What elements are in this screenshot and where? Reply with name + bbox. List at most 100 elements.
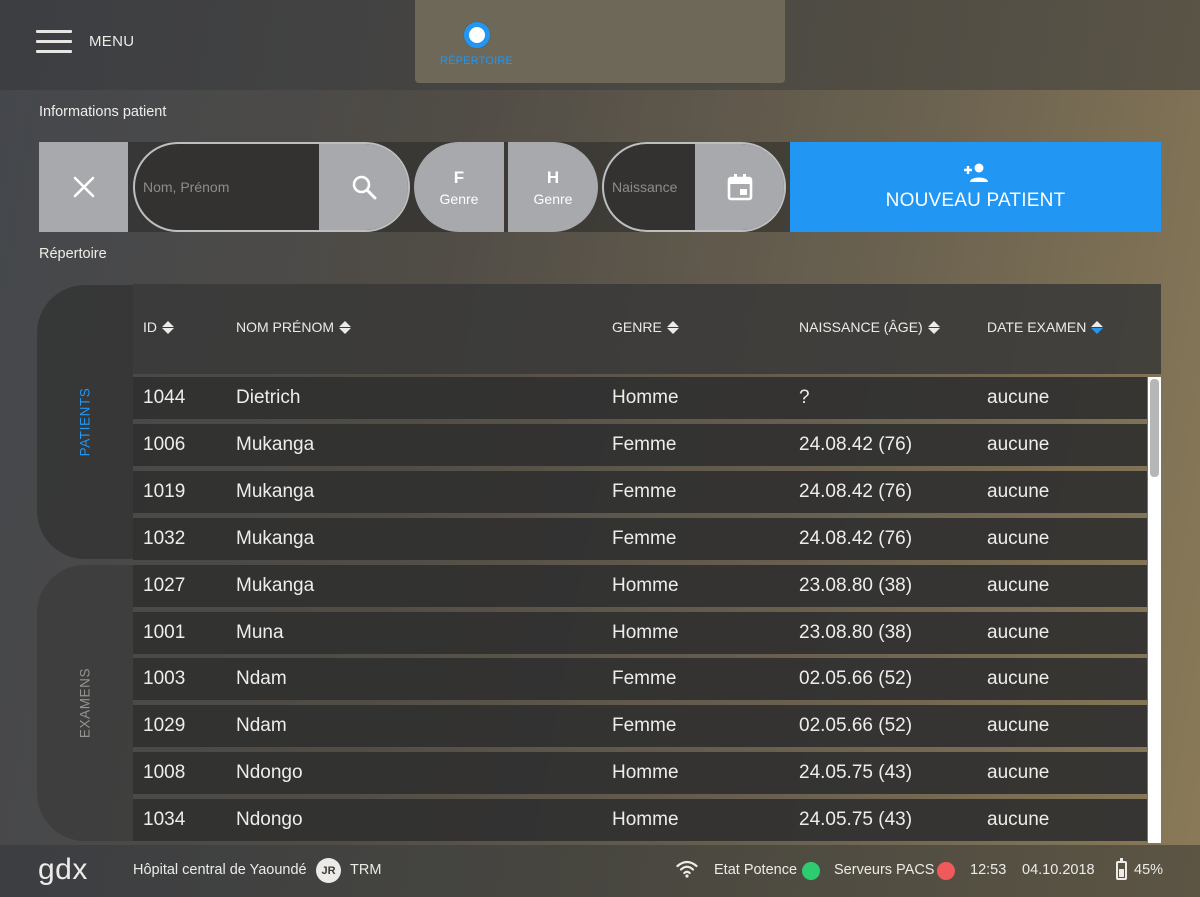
sort-icon xyxy=(339,320,351,334)
cell-genre: Homme xyxy=(612,387,679,408)
pacs-status-label: Serveurs PACS xyxy=(834,862,935,878)
radio-selected-icon xyxy=(463,22,490,48)
column-header-exam-date[interactable]: DATE EXAMEN xyxy=(987,319,1104,335)
side-tab-patients[interactable]: PATIENTS xyxy=(37,285,133,559)
section-title-directory: Répertoire xyxy=(39,246,107,262)
name-search-input[interactable] xyxy=(135,144,323,230)
search-button[interactable] xyxy=(319,144,408,230)
battery-level: 45% xyxy=(1134,862,1164,878)
cell-genre: Femme xyxy=(612,668,677,690)
side-tab-examens-label: EXAMENS xyxy=(77,667,93,739)
avatar[interactable]: JR xyxy=(316,858,341,883)
column-header-genre[interactable]: GENRE xyxy=(612,319,679,335)
table-row[interactable]: 1008 Ndongo Homme 24.05.75 (43) aucune xyxy=(133,752,1147,795)
cell-birth: 23.08.80 (38) xyxy=(799,574,913,596)
menu-label: MENU xyxy=(89,32,135,50)
cell-birth: 24.08.42 (76) xyxy=(799,527,913,549)
gender-male-letter: H xyxy=(546,167,560,187)
gender-female-label: Genre xyxy=(439,190,479,207)
name-search-field xyxy=(133,142,410,232)
table-row[interactable]: 1019 Mukanga Femme 24.08.42 (76) aucune xyxy=(133,470,1147,513)
sort-icon xyxy=(927,320,940,334)
table-row[interactable]: 1029 Ndam Femme 02.05.66 (52) aucune xyxy=(133,705,1147,748)
table-row[interactable]: 1034 Ndongo Homme 24.05.75 (43) aucune xyxy=(133,799,1147,842)
cell-exam-date: aucune xyxy=(987,433,1050,455)
status-bar: gdx Hôpital central de Yaoundé JR TRM Et… xyxy=(0,845,1200,897)
tab-repertoire[interactable]: RÉPERTOIRE xyxy=(439,22,514,67)
side-tab-examens[interactable]: EXAMENS xyxy=(37,565,133,841)
table-row[interactable]: 1027 Mukanga Homme 23.08.80 (38) aucune xyxy=(133,564,1147,607)
cell-name: Muna xyxy=(236,621,284,643)
cell-id: 1008 xyxy=(143,762,186,784)
gender-male-label: Genre xyxy=(533,190,573,207)
gender-male-toggle[interactable]: H Genre xyxy=(508,142,598,232)
hamburger-icon xyxy=(36,28,72,54)
new-patient-button[interactable]: NOUVEAU PATIENT xyxy=(790,142,1161,232)
cell-id: 1019 xyxy=(143,480,186,502)
table-row[interactable]: 1001 Muna Homme 23.08.80 (38) aucune xyxy=(133,611,1147,654)
cell-birth: 02.05.66 (52) xyxy=(799,668,913,690)
cell-genre: Homme xyxy=(612,762,679,784)
table-row[interactable]: 1006 Mukanga Femme 24.08.42 (76) aucune xyxy=(133,423,1147,466)
column-header-genre-label: GENRE xyxy=(612,319,662,335)
table-row[interactable]: 1032 Mukanga Femme 24.08.42 (76) aucune xyxy=(133,517,1147,560)
cell-name: Mukanga xyxy=(236,433,315,455)
cell-genre: Femme xyxy=(612,433,677,455)
battery-icon xyxy=(1116,858,1127,880)
cell-exam-date: aucune xyxy=(987,527,1050,549)
column-header-name[interactable]: NOM PRÉNOM xyxy=(236,319,351,335)
sort-icon xyxy=(666,320,679,334)
potence-status-indicator xyxy=(802,862,820,880)
app-logo: gdx xyxy=(38,853,88,886)
cell-name: Mukanga xyxy=(236,480,315,502)
current-date: 04.10.2018 xyxy=(1022,862,1095,878)
cell-name: Mukanga xyxy=(236,574,315,596)
cell-id: 1029 xyxy=(143,715,186,737)
clear-filters-button[interactable] xyxy=(39,142,128,232)
new-patient-label: NOUVEAU PATIENT xyxy=(885,190,1066,211)
table-row[interactable]: 1003 Ndam Femme 02.05.66 (52) aucune xyxy=(133,658,1147,701)
cell-name: Mukanga xyxy=(236,527,315,549)
table-header: ID NOM PRÉNOM GENRE NAISSANCE (ÂGE) DATE… xyxy=(133,284,1161,374)
cell-genre: Homme xyxy=(612,809,679,831)
cell-birth: 24.05.75 (43) xyxy=(799,762,913,784)
cell-id: 1034 xyxy=(143,809,186,831)
table-row[interactable]: 1044 Dietrich Homme? aucune xyxy=(133,377,1147,419)
cell-exam-date: aucune xyxy=(987,621,1050,643)
cell-genre: Homme xyxy=(612,621,679,643)
user-role: TRM xyxy=(350,862,382,878)
column-header-birth[interactable]: NAISSANCE (ÂGE) xyxy=(799,319,940,335)
cell-name: Dietrich xyxy=(236,387,301,408)
cell-id: 1001 xyxy=(143,621,186,643)
tab-repertoire-label: RÉPERTOIRE xyxy=(439,55,514,67)
cell-birth: 24.08.42 (76) xyxy=(799,480,913,502)
cell-id: 1003 xyxy=(143,668,186,690)
calendar-button[interactable] xyxy=(695,144,784,230)
gender-female-toggle[interactable]: F Genre xyxy=(414,142,504,232)
sort-icon xyxy=(162,320,174,334)
patient-table-body: 1044 Dietrich Homme? aucune 1006 Mukanga Femme… xyxy=(133,377,1147,843)
section-title-patient-info: Informations patient xyxy=(39,104,167,120)
cell-birth: 23.08.80 (38) xyxy=(799,621,913,643)
side-tab-patients-label: PATIENTS xyxy=(77,387,93,457)
sort-active-icon xyxy=(1091,320,1104,334)
scrollbar-thumb[interactable] xyxy=(1150,379,1159,477)
calendar-icon xyxy=(727,174,752,201)
clock-time: 12:53 xyxy=(970,862,1007,878)
cell-name: Ndam xyxy=(236,668,287,690)
hospital-name: Hôpital central de Yaoundé xyxy=(133,862,307,878)
birth-date-input[interactable] xyxy=(604,144,699,230)
cell-name: Ndam xyxy=(236,715,287,737)
cell-genre: Femme xyxy=(612,527,677,549)
column-header-name-label: NOM PRÉNOM xyxy=(236,319,334,335)
table-scrollbar[interactable] xyxy=(1148,377,1161,843)
cell-id: 1032 xyxy=(143,527,186,549)
cell-id: 1006 xyxy=(143,433,186,455)
top-bar: MENU RÉPERTOIRE xyxy=(0,0,1200,90)
pacs-status-indicator xyxy=(937,862,955,880)
column-header-id[interactable]: ID xyxy=(143,319,174,335)
column-header-id-label: ID xyxy=(143,319,157,335)
menu-button[interactable]: MENU xyxy=(36,28,134,54)
cell-genre: Femme xyxy=(612,480,677,502)
cell-birth: 24.05.75 (43) xyxy=(799,809,913,831)
